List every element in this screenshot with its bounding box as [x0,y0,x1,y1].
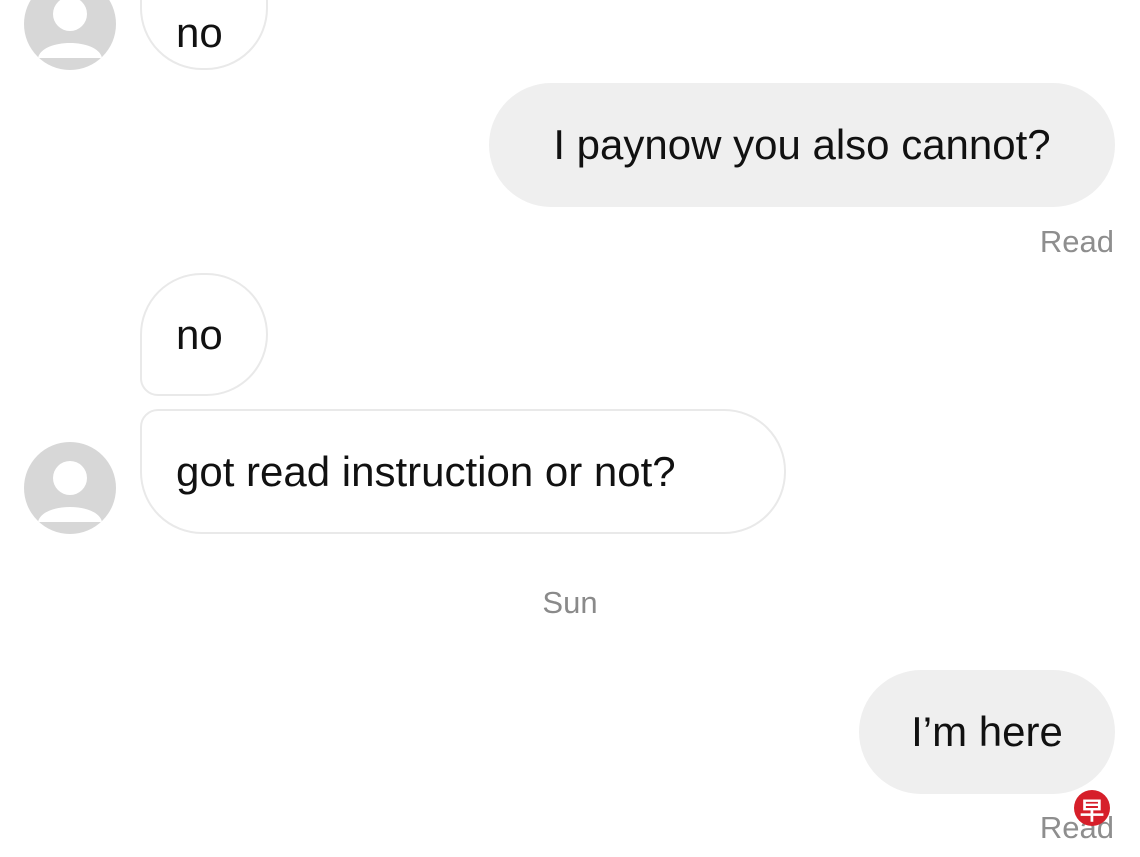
message-text: I’m here [911,708,1063,755]
user-silhouette-icon [38,0,102,58]
outgoing-message-bubble[interactable]: I’m here [859,670,1115,794]
user-silhouette-icon [38,461,102,522]
day-separator: Sun [542,585,598,620]
sender-avatar-top[interactable] [24,0,116,70]
watermark-logo: 早 [1074,790,1110,826]
incoming-message-bubble[interactable]: got read instruction or not? [140,409,786,534]
incoming-message-bubble[interactable]: no [140,273,268,396]
watermark-glyph: 早 [1080,796,1104,825]
message-text: I paynow you also cannot? [553,121,1051,168]
read-receipt: Read [1039,224,1114,259]
sender-avatar[interactable] [24,442,116,534]
message-text: no [176,8,223,56]
message-text: no [176,310,223,358]
outgoing-message-bubble[interactable]: I paynow you also cannot? [489,83,1115,207]
incoming-message-bubble[interactable]: no [140,0,268,70]
chat-thread: no I paynow you also cannot? Read no got… [0,0,1140,857]
message-text: got read instruction or not? [176,447,676,495]
